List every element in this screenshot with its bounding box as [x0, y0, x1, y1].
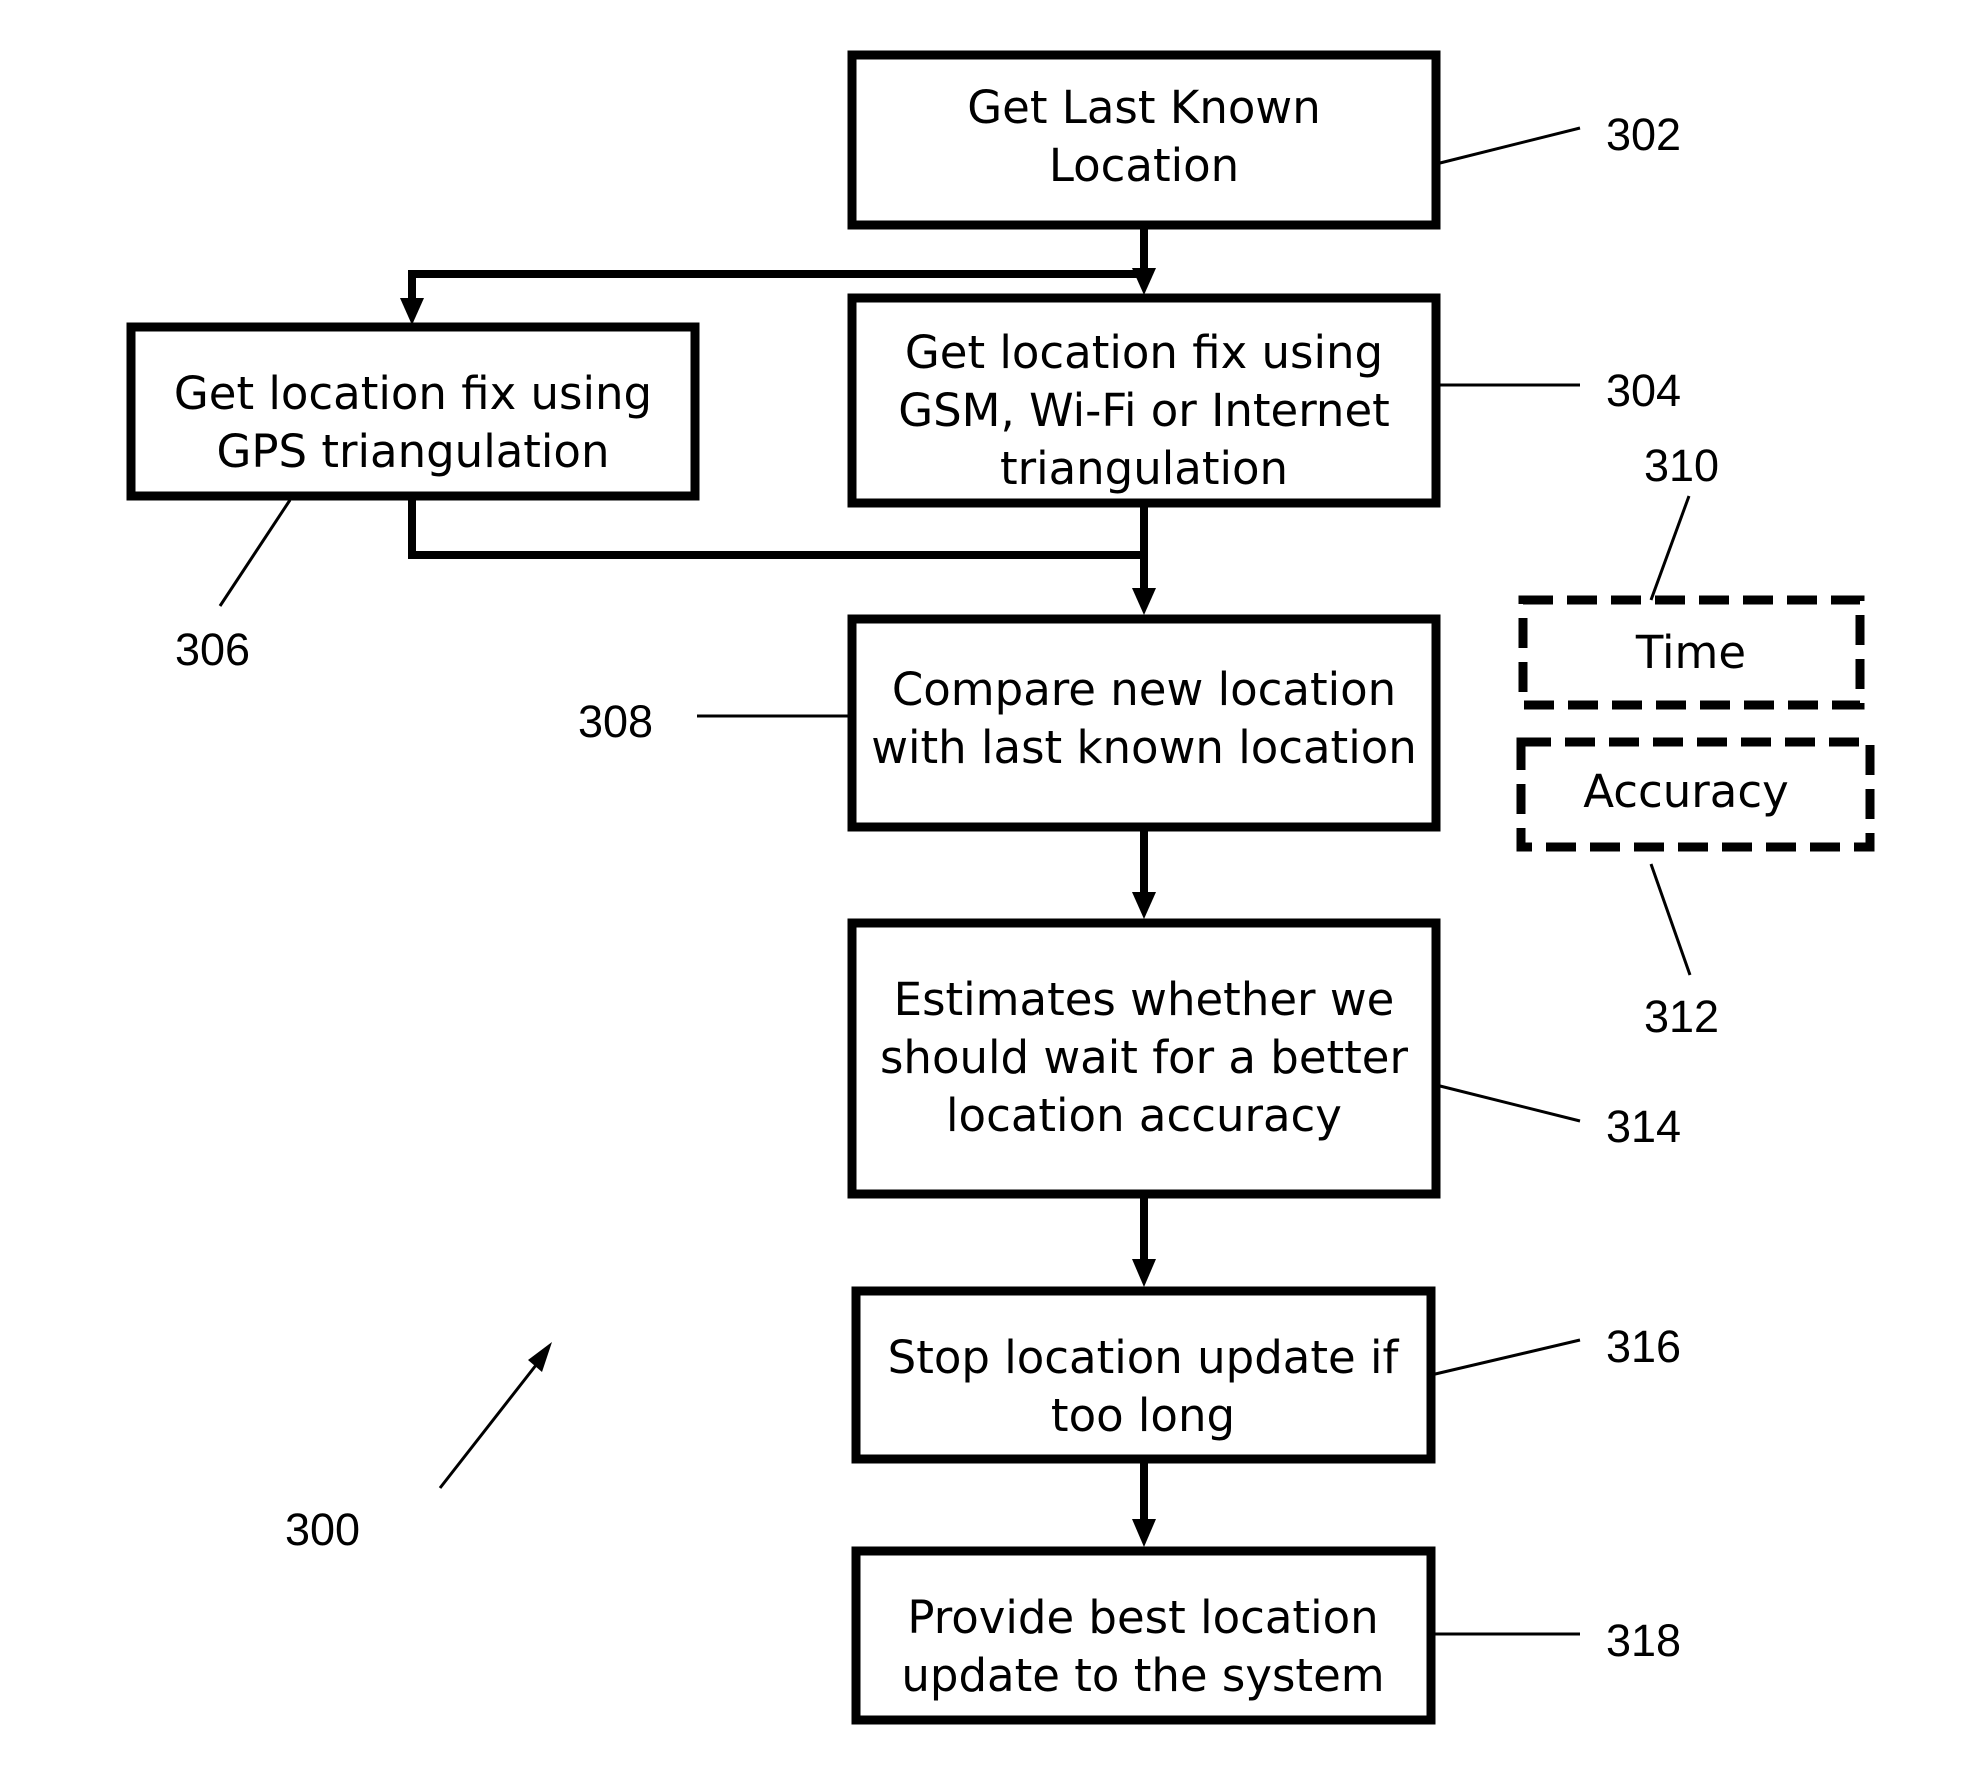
step-306: Get location fix using GPS triangulation [126, 322, 700, 501]
flowchart-300: Get Last Known Location Get location fix… [126, 50, 1875, 1725]
step-316: Stop location update if too long [851, 1286, 1436, 1464]
step-304-line-3: triangulation [1000, 442, 1288, 495]
leader-306 [218, 499, 292, 607]
arrowhead-316 [1132, 1259, 1156, 1287]
step-318-line-1: Provide best location [907, 1591, 1378, 1644]
ref-300: 300 [285, 1504, 360, 1555]
step-302: Get Last Known Location [847, 50, 1441, 230]
param-time: Time [1518, 595, 1865, 710]
ref-316: 316 [1606, 1321, 1681, 1372]
step-316-line-1: Stop location update if [888, 1331, 1400, 1384]
ref-302: 302 [1606, 109, 1681, 160]
step-318: Provide best location update to the syst… [851, 1546, 1436, 1725]
step-314: Estimates whether we should wait for a b… [847, 918, 1441, 1199]
param-accuracy-label: Accuracy [1583, 765, 1788, 818]
step-314-line-2: should wait for a better [880, 1031, 1409, 1084]
step-306-line-1: Get location fix using [174, 367, 652, 420]
step-316-line-2: too long [1051, 1389, 1235, 1442]
step-318-line-2: update to the system [901, 1649, 1384, 1702]
arrowhead-306 [400, 298, 424, 325]
ref-318: 318 [1606, 1615, 1681, 1666]
step-302-line-1: Get Last Known [967, 81, 1320, 134]
step-302-line-2: Location [1049, 139, 1239, 192]
leader-312 [1649, 863, 1692, 976]
step-314-line-1: Estimates whether we [894, 973, 1395, 1026]
param-time-label: Time [1635, 626, 1746, 679]
step-306-line-2: GPS triangulation [217, 425, 610, 478]
figure-pointer-arrowhead [528, 1342, 552, 1372]
step-304: Get location fix using GSM, Wi-Fi or Int… [847, 293, 1441, 508]
leader-316 [1430, 1338, 1581, 1377]
ref-312: 312 [1644, 991, 1719, 1042]
leader-314 [1435, 1083, 1581, 1123]
step-304-line-1: Get location fix using [905, 326, 1383, 379]
ref-310: 310 [1644, 440, 1719, 491]
leader-310 [1649, 495, 1691, 601]
ref-304: 304 [1606, 365, 1681, 416]
step-308-line-2: with last known location [871, 721, 1417, 774]
leader-302 [1435, 126, 1581, 166]
ref-314: 314 [1606, 1101, 1681, 1152]
param-accuracy: Accuracy [1516, 737, 1875, 852]
arrowhead-308 [1132, 588, 1156, 615]
arrowhead-314 [1132, 892, 1156, 919]
step-308: Compare new location with last known loc… [847, 614, 1441, 832]
step-308-line-1: Compare new location [892, 663, 1396, 716]
ref-308: 308 [578, 696, 653, 747]
arrowhead-318 [1132, 1519, 1156, 1547]
figure-pointer-arrow [438, 1359, 542, 1489]
ref-306: 306 [175, 624, 250, 675]
step-304-line-2: GSM, Wi-Fi or Internet [898, 384, 1390, 437]
step-314-line-3: location accuracy [946, 1089, 1342, 1142]
